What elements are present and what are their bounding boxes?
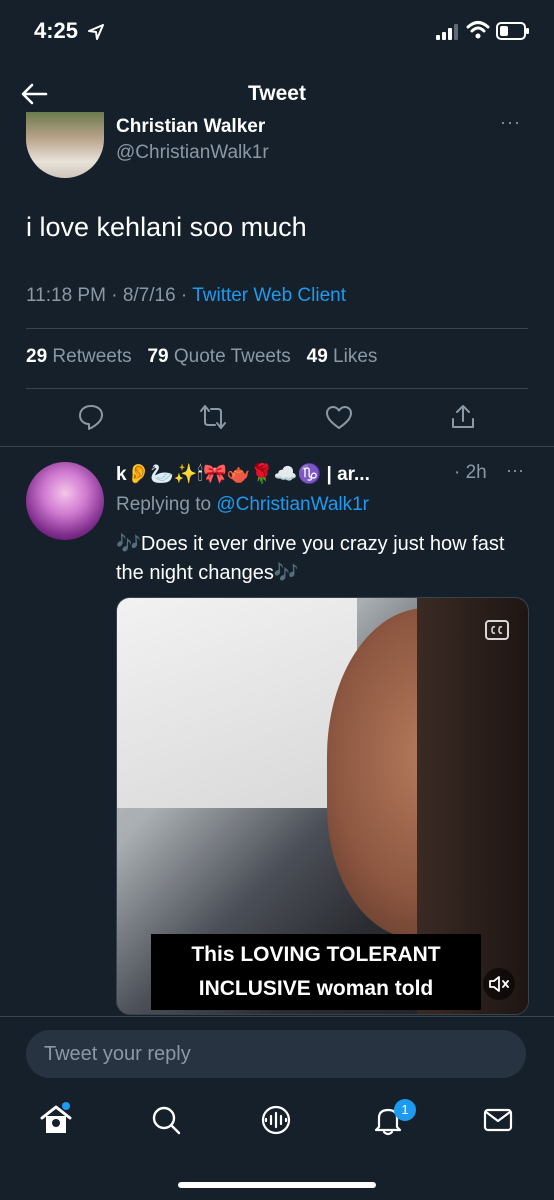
share-icon[interactable] [448,402,478,432]
wifi-icon [466,21,490,39]
status-time: 4:25 [34,18,79,43]
video-background [117,598,357,808]
divider [0,1016,554,1017]
location-arrow-icon [88,24,104,40]
notification-count-badge: 1 [394,1099,416,1121]
mute-icon[interactable] [483,968,515,1000]
author-name[interactable]: Christian Walker [116,112,265,134]
reply-input-placeholder: Tweet your reply [44,1043,191,1065]
reply-author-name[interactable]: k👂🦢✨🕯🎀🫖🌹☁️♑ | ar... [116,462,370,486]
reply-text: 🎶Does it ever drive you crazy just how f… [116,533,505,584]
replying-to: Replying to @ChristianWalk1r [116,494,370,515]
replying-to-handle[interactable]: @ChristianWalk1r [216,494,369,515]
reply-author-avatar[interactable] [26,462,104,540]
tweet-text: i love kehlani soo much [26,212,307,242]
reply-more-options-button[interactable]: ··· [506,460,524,481]
author-avatar[interactable] [26,112,104,178]
retweets-stat[interactable]: 29 Retweets [26,346,132,367]
divider [26,388,528,389]
page-title: Tweet [248,82,306,105]
tweet-metadata: 11:18 PM · 8/7/16 · Twitter Web Client [26,285,346,306]
spaces-icon[interactable] [258,1102,294,1138]
retweet-icon[interactable] [198,402,228,432]
battery-icon [496,22,529,40]
tweet-stats: 29 Retweets 79 Quote Tweets 49 Likes [26,346,377,368]
reply-video[interactable]: This LOVING TOLERANT INCLUSIVE woman tol… [116,597,529,1015]
video-caption: This LOVING TOLERANT INCLUSIVE woman tol… [151,934,481,1010]
captions-icon[interactable] [483,616,511,644]
tweet-time: 11:18 PM [26,285,106,306]
search-icon[interactable] [148,1102,184,1138]
quote-tweets-stat[interactable]: 79 Quote Tweets [147,346,290,367]
reply-time: · 2h [454,462,487,483]
reply-icon[interactable] [76,402,106,432]
cellular-signal-icon [436,24,458,40]
messages-envelope-icon[interactable] [480,1102,516,1138]
author-handle[interactable]: @ChristianWalk1r [116,142,269,164]
divider [0,446,554,447]
more-options-button[interactable]: ··· [500,112,521,133]
divider [26,328,528,329]
home-notification-dot [62,1102,70,1110]
home-indicator[interactable] [178,1182,376,1188]
likes-stat[interactable]: 49 Likes [307,346,378,367]
tweet-date: 8/7/16 [122,285,176,306]
tweet-client-link[interactable]: Twitter Web Client [192,285,346,306]
like-heart-icon[interactable] [324,402,354,432]
name-emojis: 👂🦢✨🕯🎀🫖🌹☁️♑ [126,464,322,485]
